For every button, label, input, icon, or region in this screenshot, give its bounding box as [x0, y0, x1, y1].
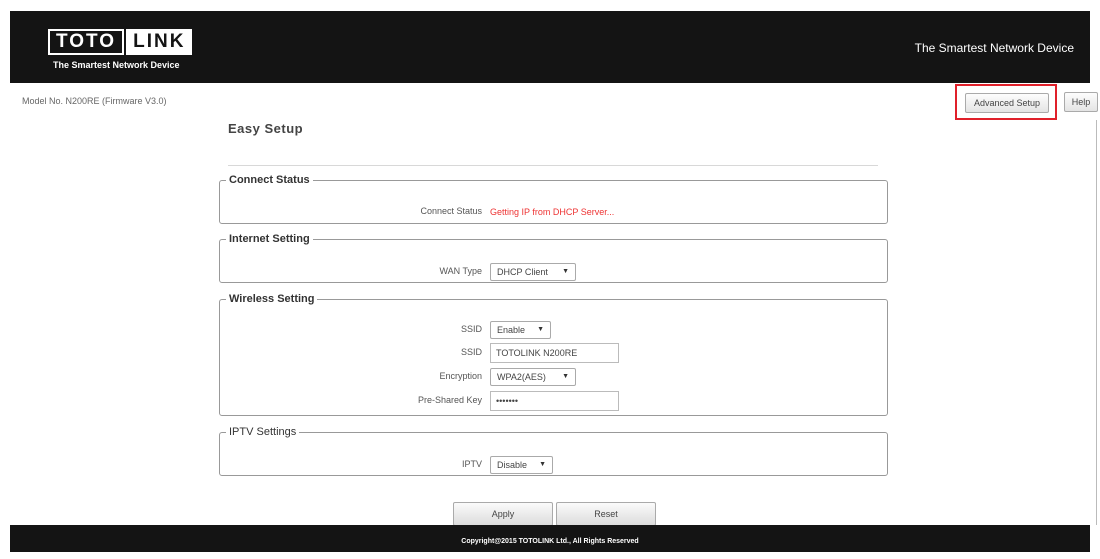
wan-type-value: DHCP Client: [497, 267, 548, 277]
internet-setting-legend: Internet Setting: [229, 233, 310, 245]
wan-type-select[interactable]: DHCP Client ▼: [490, 263, 576, 281]
model-info: Model No. N200RE (Firmware V3.0): [22, 96, 167, 106]
ssid-name-input[interactable]: TOTOLINK N200RE: [490, 343, 619, 363]
logo-text-link: LINK: [126, 29, 193, 55]
iptv-value: Disable: [497, 460, 528, 470]
page-scrollbar[interactable]: [1096, 120, 1097, 525]
iptv-settings-section: IPTV Settings IPTV Disable ▼: [219, 426, 888, 476]
psk-label: Pre-Shared Key: [417, 395, 482, 405]
connect-status-value: Getting IP from DHCP Server...: [490, 207, 615, 217]
iptv-select[interactable]: Disable ▼: [490, 456, 553, 474]
ssid-name-label: SSID: [460, 347, 482, 357]
wan-type-row: WAN Type DHCP Client ▼: [220, 262, 887, 282]
wan-type-label: WAN Type: [439, 266, 482, 276]
encryption-row: Encryption WPA2(AES) ▼: [220, 367, 887, 387]
encryption-label: Encryption: [439, 371, 482, 381]
chevron-down-icon: ▼: [562, 373, 569, 380]
iptv-settings-legend: IPTV Settings: [229, 426, 297, 438]
chevron-down-icon: ▼: [537, 326, 544, 333]
title-divider: [228, 165, 878, 166]
totolink-logo: TOTO LINK The Smartest Network Device: [48, 29, 218, 83]
apply-button[interactable]: Apply: [453, 502, 553, 526]
connect-status-legend: Connect Status: [229, 174, 310, 186]
psk-input[interactable]: •••••••: [490, 391, 619, 411]
ssid-toggle-value: Enable: [497, 325, 526, 335]
ssid-toggle-select[interactable]: Enable ▼: [490, 321, 551, 339]
reset-button[interactable]: Reset: [556, 502, 656, 526]
logo-text-toto: TOTO: [48, 29, 125, 55]
ssid-toggle-label: SSID: [460, 324, 482, 334]
footer-copyright: Copyright@2015 TOTOLINK Ltd., All Rights…: [10, 525, 1090, 552]
chevron-down-icon: ▼: [562, 268, 569, 275]
psk-row: Pre-Shared Key •••••••: [220, 391, 887, 411]
ssid-name-row: SSID TOTOLINK N200RE: [220, 343, 887, 363]
advanced-setup-highlight: Advanced Setup: [955, 84, 1057, 120]
header-slogan: The Smartest Network Device: [914, 41, 1074, 55]
logo-tagline: The Smartest Network Device: [53, 60, 180, 70]
top-header: TOTO LINK The Smartest Network Device Th…: [10, 11, 1090, 83]
encryption-select[interactable]: WPA2(AES) ▼: [490, 368, 576, 386]
advanced-setup-button[interactable]: Advanced Setup: [965, 93, 1049, 113]
ssid-toggle-row: SSID Enable ▼: [220, 320, 887, 340]
help-button[interactable]: Help: [1064, 92, 1098, 112]
internet-setting-section: Internet Setting WAN Type DHCP Client ▼: [219, 233, 888, 283]
chevron-down-icon: ▼: [539, 461, 546, 468]
encryption-value: WPA2(AES): [497, 372, 546, 382]
page-title: Easy Setup: [228, 121, 304, 136]
wireless-setting-legend: Wireless Setting: [229, 293, 315, 305]
connect-status-label: Connect Status: [420, 206, 482, 216]
connect-status-section: Connect Status Connect Status Getting IP…: [219, 174, 888, 224]
connect-status-row: Connect Status Getting IP from DHCP Serv…: [220, 202, 887, 222]
wireless-setting-section: Wireless Setting SSID Enable ▼ SSID TOTO…: [219, 293, 888, 416]
iptv-row: IPTV Disable ▼: [220, 455, 887, 475]
iptv-label: IPTV: [461, 459, 482, 469]
